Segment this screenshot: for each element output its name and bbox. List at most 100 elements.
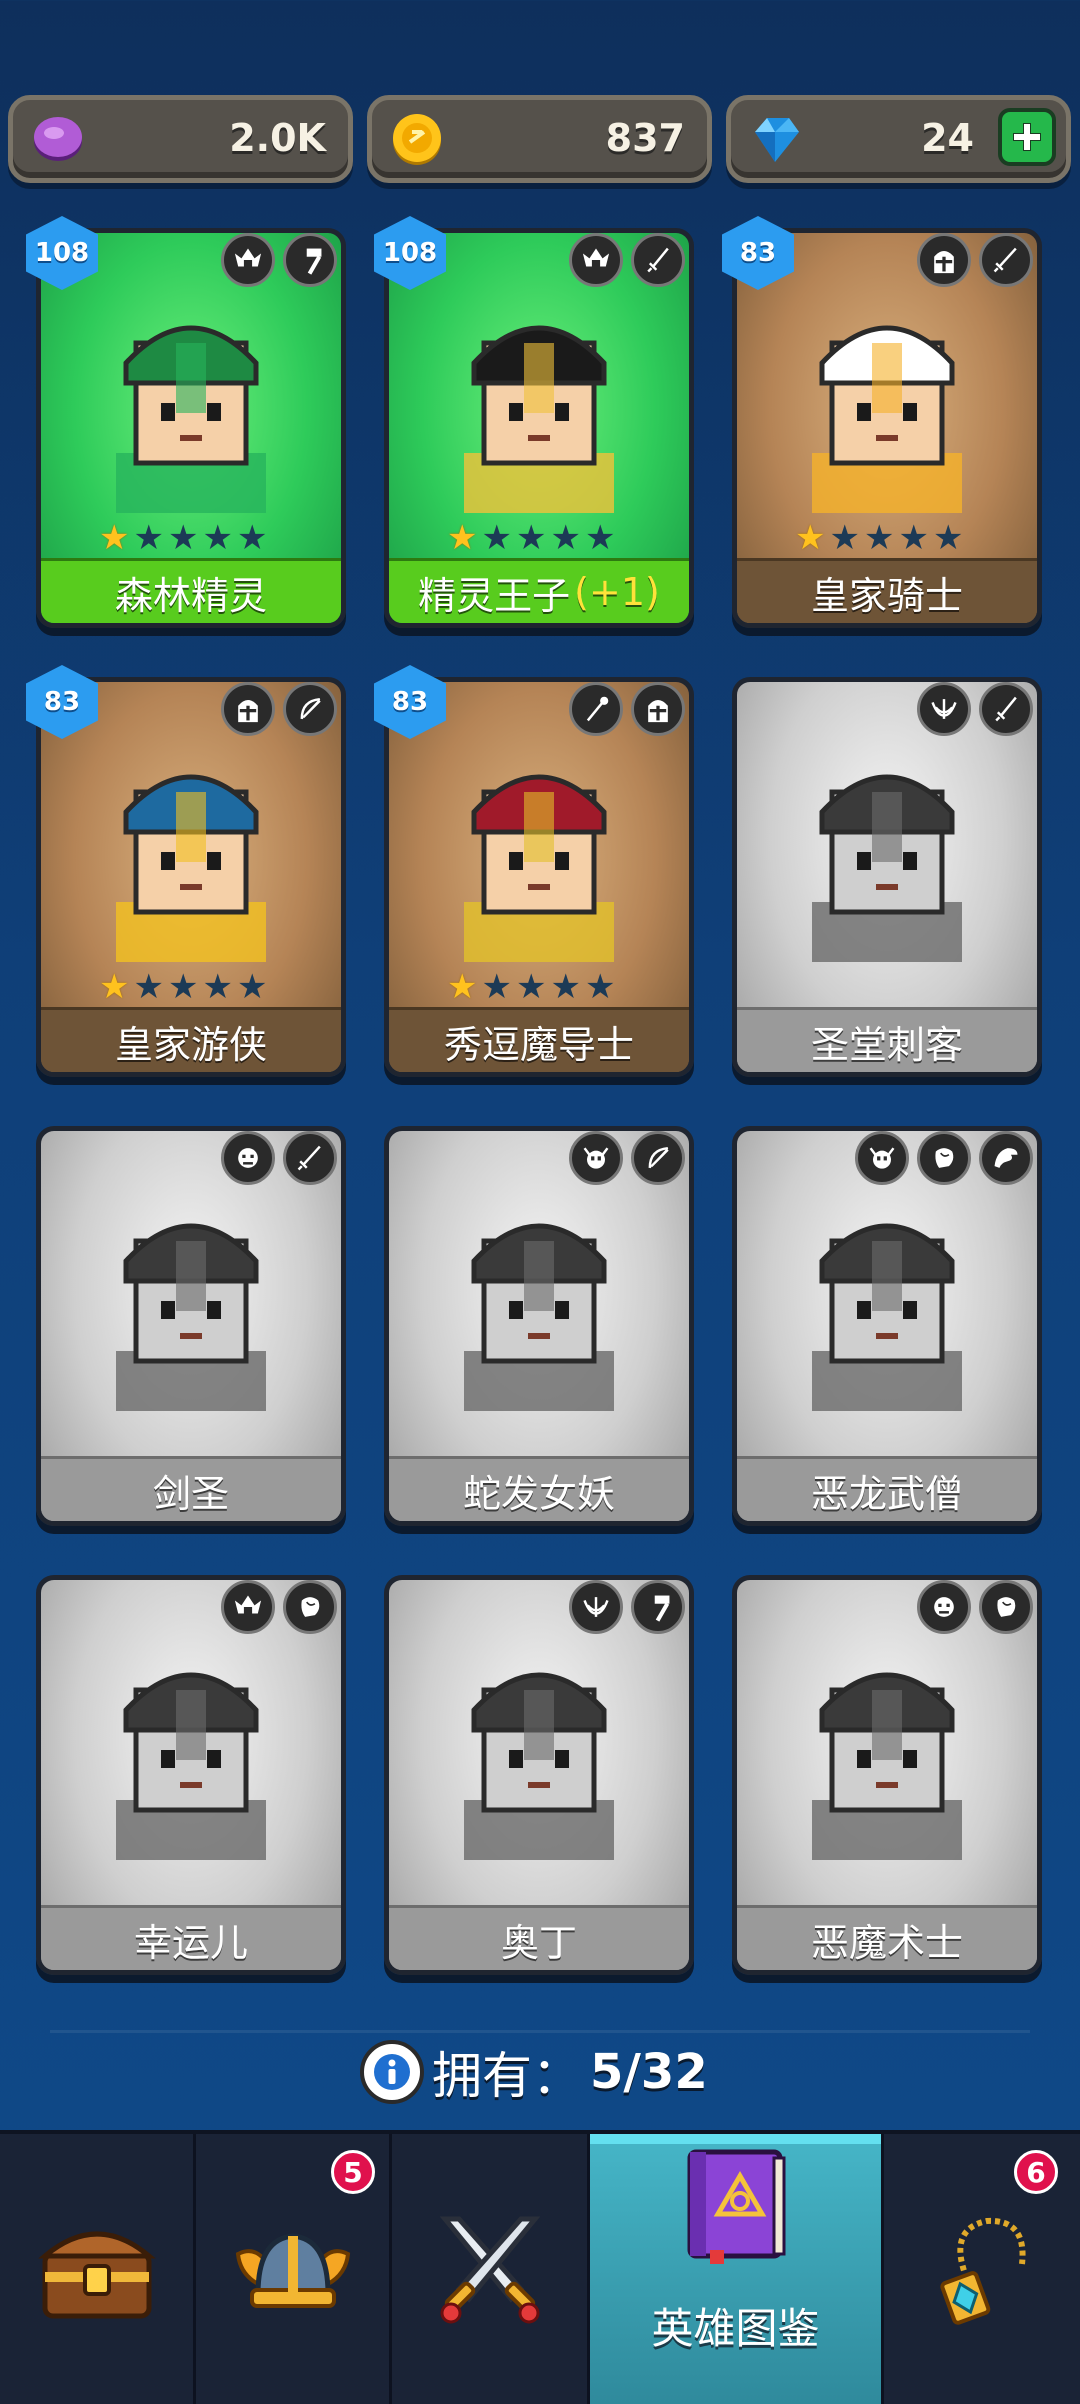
currency-value: 837 xyxy=(605,116,685,160)
treasure-chest-icon xyxy=(37,2231,156,2319)
info-icon[interactable] xyxy=(360,2040,424,2104)
spell-book-icon xyxy=(687,2149,786,2264)
star-icon: ★ xyxy=(167,518,199,558)
hero-name-text: 恶龙武僧 xyxy=(810,1471,963,1516)
tab-label: 英雄图鉴 xyxy=(651,2304,820,2353)
add-diamonds-button[interactable] xyxy=(998,108,1056,166)
helmet-icon xyxy=(917,233,971,287)
hero-name-text: 幸运儿 xyxy=(133,1920,248,1965)
orc-icon xyxy=(917,1580,971,1634)
fist-icon xyxy=(917,1131,971,1185)
hero-name: 精灵王子 (+1) xyxy=(389,558,689,623)
demon-skull-icon xyxy=(569,1131,623,1185)
tab-heroes[interactable]: 5 xyxy=(196,2134,392,2404)
star-icon: ★ xyxy=(236,967,268,1007)
tab-equipment[interactable]: 6 xyxy=(884,2134,1080,2404)
purple-gem-icon xyxy=(34,117,82,161)
hero-name: 蛇发女妖 xyxy=(389,1456,689,1521)
hero-card[interactable]: ★ ★ ★ ★ ★ 皇家游侠 xyxy=(36,677,346,1077)
hero-card[interactable]: 蛇发女妖 xyxy=(384,1126,694,1526)
star-icon: ★ xyxy=(99,967,130,1007)
amulet-icon xyxy=(940,2217,1026,2325)
star-icon: ★ xyxy=(829,518,860,558)
hero-portrait xyxy=(772,303,1002,517)
hero-name-text: 精灵王子 xyxy=(418,573,571,618)
dagger-icon xyxy=(979,682,1033,736)
star-icon: ★ xyxy=(515,967,547,1007)
winged-icon xyxy=(917,682,971,736)
hero-portrait xyxy=(772,752,1002,966)
tab-hero-codex[interactable]: 英雄图鉴 xyxy=(590,2134,884,2404)
hero-portrait xyxy=(76,1650,306,1864)
hero-portrait xyxy=(424,303,654,517)
hero-card[interactable]: 奥丁 xyxy=(384,1575,694,1975)
hero-portrait xyxy=(424,1650,654,1864)
hero-name: 恶魔术士 xyxy=(737,1905,1037,1970)
currency-purple: 2.0K xyxy=(8,95,353,183)
star-icon: ★ xyxy=(481,518,512,558)
hero-name-text: 蛇发女妖 xyxy=(462,1471,615,1516)
plus-icon xyxy=(1013,123,1041,151)
helmet-icon xyxy=(221,682,275,736)
hero-bonus: (+1) xyxy=(574,570,660,614)
star-icon: ★ xyxy=(898,518,929,558)
hero-name-text: 森林精灵 xyxy=(114,573,267,618)
hero-card[interactable]: ★ ★ ★ ★ ★ 皇家骑士 xyxy=(732,228,1042,628)
blue-diamond-icon xyxy=(755,118,799,162)
star-icon: ★ xyxy=(863,518,895,558)
sword-icon xyxy=(979,233,1033,287)
staff-icon xyxy=(569,682,623,736)
winged-helmet-icon xyxy=(235,2233,350,2308)
hero-name: 圣堂刺客 xyxy=(737,1007,1037,1072)
notification-badge: 6 xyxy=(1014,2150,1058,2194)
hero-name-text: 秀逗魔导士 xyxy=(443,1022,634,1067)
hero-card[interactable]: 恶龙武僧 xyxy=(732,1126,1042,1526)
hero-card[interactable]: ★ ★ ★ ★ ★ 精灵王子 (+1) xyxy=(384,228,694,628)
star-icon: ★ xyxy=(133,518,164,558)
hero-card[interactable]: 恶魔术士 xyxy=(732,1575,1042,1975)
tab-chest[interactable] xyxy=(0,2134,196,2404)
helmet-icon xyxy=(631,682,685,736)
star-icon: ★ xyxy=(932,518,964,558)
bow-icon xyxy=(283,682,337,736)
hero-portrait xyxy=(76,1201,306,1415)
hero-name: 皇家游侠 xyxy=(41,1007,341,1072)
owned-label: 拥有： xyxy=(432,2047,582,2105)
orc-icon xyxy=(221,1131,275,1185)
star-icon: ★ xyxy=(584,967,616,1007)
hammer-icon xyxy=(631,1580,685,1634)
hero-card[interactable]: ★ ★ ★ ★ ★ 秀逗魔导士 xyxy=(384,677,694,1077)
hero-name: 幸运儿 xyxy=(41,1905,341,1970)
hero-card[interactable]: 幸运儿 xyxy=(36,1575,346,1975)
hero-portrait xyxy=(424,752,654,966)
owned-summary: 拥有： 5/32 xyxy=(0,2030,1080,2110)
sword-icon xyxy=(283,1131,337,1185)
dagger-icon xyxy=(631,233,685,287)
hero-name: 奥丁 xyxy=(389,1905,689,1970)
elf-icon xyxy=(221,1580,275,1634)
hero-card[interactable]: ★ ★ ★ ★ ★ 森林精灵 xyxy=(36,228,346,628)
hero-portrait xyxy=(424,1201,654,1415)
hero-name-text: 圣堂刺客 xyxy=(810,1022,963,1067)
hero-name-text: 皇家游侠 xyxy=(114,1022,267,1067)
hero-card[interactable]: 剑圣 xyxy=(36,1126,346,1526)
hero-name-text: 剑圣 xyxy=(152,1471,229,1516)
notification-badge: 5 xyxy=(331,2150,375,2194)
fist-icon xyxy=(283,1580,337,1634)
hero-name: 恶龙武僧 xyxy=(737,1456,1037,1521)
star-icon: ★ xyxy=(99,518,130,558)
hero-card[interactable]: 圣堂刺客 xyxy=(732,677,1042,1077)
star-rating: ★ ★ ★ ★ ★ xyxy=(447,970,615,1004)
dragon-icon xyxy=(979,1131,1033,1185)
hero-portrait xyxy=(772,1201,1002,1415)
hero-name-text: 恶魔术士 xyxy=(810,1920,963,1965)
star-icon: ★ xyxy=(202,518,233,558)
currency-value: 24 xyxy=(921,116,974,160)
winged-icon xyxy=(569,1580,623,1634)
hero-portrait xyxy=(76,752,306,966)
star-icon: ★ xyxy=(202,967,233,1007)
currency-gold: 837 xyxy=(367,95,712,183)
star-icon: ★ xyxy=(550,518,581,558)
star-icon: ★ xyxy=(795,518,826,558)
tab-battle[interactable] xyxy=(392,2134,590,2404)
